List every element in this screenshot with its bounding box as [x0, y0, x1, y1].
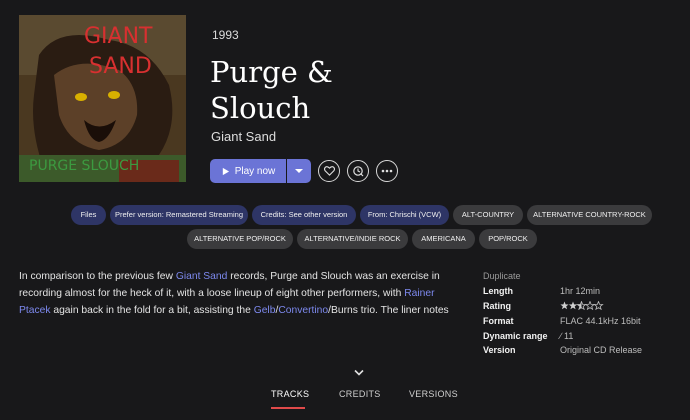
link-giant-sand[interactable]: Giant Sand	[176, 271, 228, 282]
tag-from[interactable]: From: Chrischi (VCW)	[360, 205, 449, 225]
active-tab-indicator	[271, 407, 305, 409]
description-text: /Burns trio. The liner notes	[328, 305, 449, 316]
album-description: In comparison to the previous few Giant …	[19, 268, 459, 319]
metadata-key: Dynamic range	[483, 331, 548, 341]
description-text: again back in the fold for a bit, assist…	[50, 305, 254, 316]
play-icon	[222, 167, 229, 175]
more-options-button[interactable]	[376, 160, 398, 182]
tag-alt-country[interactable]: ALT-COUNTRY	[453, 205, 523, 225]
play-button-group: Play now	[210, 159, 311, 183]
tag-alternative-pop-rock[interactable]: ALTERNATIVE POP/ROCK	[187, 229, 293, 249]
metadata-value: ∕ 11	[560, 331, 574, 341]
tab-versions[interactable]: VERSIONS	[409, 389, 458, 399]
artist-name[interactable]: Giant Sand	[211, 129, 276, 144]
play-options-button[interactable]	[287, 159, 311, 183]
chevron-down-icon	[354, 369, 364, 376]
link-convertino[interactable]: Convertino	[278, 305, 328, 316]
album-cover[interactable]: GIANT SAND PURGE SLOUCH	[19, 15, 186, 182]
album-title: Purge & Slouch	[210, 54, 460, 126]
play-now-label: Play now	[234, 165, 276, 177]
rating-stars[interactable]	[560, 300, 690, 312]
favorite-button[interactable]	[318, 160, 340, 182]
tab-tracks[interactable]: TRACKS	[271, 389, 309, 399]
tag-credits[interactable]: Credits: See other version	[252, 205, 356, 225]
description-text: In comparison to the previous few	[19, 271, 176, 282]
cover-text-sand: SAND	[89, 54, 152, 79]
tag-americana[interactable]: AMERICANA	[412, 229, 475, 249]
album-title-line1: Purge &	[210, 55, 333, 89]
metadata-key: Format	[483, 316, 514, 326]
tab-credits[interactable]: CREDITS	[339, 389, 381, 399]
expand-description-button[interactable]	[354, 363, 364, 381]
album-cover-art: GIANT SAND PURGE SLOUCH	[19, 15, 186, 182]
cover-text-purge-slouch: PURGE SLOUCH	[29, 158, 139, 174]
tag-alternative-country-rock[interactable]: ALTERNATIVE COUNTRY-ROCK	[527, 205, 652, 225]
metadata-value: FLAC 44.1kHz 16bit	[560, 316, 641, 326]
star-rating-icon	[560, 300, 604, 311]
caret-down-icon	[295, 169, 303, 173]
metadata-key: Length	[483, 286, 513, 296]
tag-pop-rock[interactable]: POP/ROCK	[479, 229, 537, 249]
metadata-key: Rating	[483, 301, 511, 311]
link-gelb[interactable]: Gelb	[254, 305, 276, 316]
metadata-value: Original CD Release	[560, 345, 643, 355]
heart-icon	[323, 166, 335, 176]
tag-prefer-version[interactable]: Prefer version: Remastered Streaming	[110, 205, 248, 225]
more-icon	[381, 169, 393, 173]
radio-button[interactable]	[347, 160, 369, 182]
tag-alternative-indie-rock[interactable]: ALTERNATIVE/INDIE ROCK	[297, 229, 408, 249]
tag-files[interactable]: Files	[71, 205, 106, 225]
metadata-key: Version	[483, 345, 516, 355]
metadata-value: 1hr 12min	[560, 286, 601, 296]
release-year: 1993	[212, 28, 239, 42]
album-title-line2: Slouch	[210, 91, 311, 125]
radio-icon	[353, 166, 364, 177]
cover-text-giant: GIANT	[84, 24, 153, 49]
play-now-button[interactable]: Play now	[210, 159, 286, 183]
metadata-heading[interactable]: Duplicate	[483, 271, 521, 281]
